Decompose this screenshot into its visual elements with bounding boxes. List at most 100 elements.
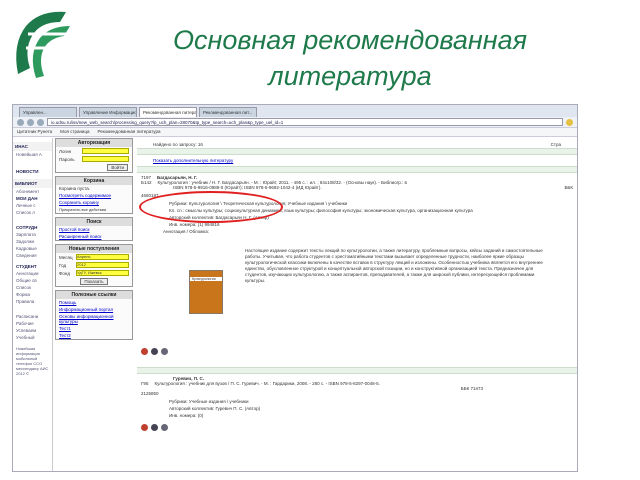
annotation-label: Аннотация / Обложка: <box>163 229 210 234</box>
nav-item[interactable]: Кадровые <box>13 245 52 252</box>
nav-item[interactable]: Новейшая А <box>13 151 52 158</box>
useful-link[interactable]: Тест2 <box>56 332 132 339</box>
nav-item[interactable]: Расписани <box>13 313 52 320</box>
edit-icon[interactable] <box>161 424 168 431</box>
browser-screenshot: Управлен... Управление Информацио... Рек… <box>12 104 578 472</box>
nav-item[interactable]: МОИ ДАН <box>13 195 52 202</box>
show-more-link[interactable]: Показать дополнительную литературу <box>153 158 561 163</box>
browser-tab-bar: Управлен... Управление Информацио... Рек… <box>13 105 577 117</box>
sidebar: Авторизация Логин Пароль Войти Корзина К… <box>55 138 133 471</box>
slide-title-line2: литература <box>268 61 432 91</box>
record-annotation: Настоящее издание содержит тексты лекций… <box>245 248 543 283</box>
month-label: Месяц <box>59 254 73 260</box>
nav-item[interactable]: СТУДЕНТ <box>13 263 52 270</box>
record-id: 2126850 <box>141 391 159 396</box>
password-label: Пароль <box>59 156 75 162</box>
address-bar: io.udsu.ru/iss/new_web_search/processing… <box>13 117 577 128</box>
nav-header: БИБЛИОТ <box>13 179 52 188</box>
results-area: Найдено по запросу: 16 Стра Показать доп… <box>137 138 577 471</box>
divider <box>137 148 577 155</box>
highlight-circle <box>139 191 283 223</box>
useful-link[interactable]: Помощь <box>56 299 132 306</box>
edit-icon[interactable] <box>161 348 168 355</box>
browser-tab-active[interactable]: Рекомендованная литерату... <box>139 107 197 117</box>
bookmark-item[interactable]: Цитатник Рунета <box>17 129 52 135</box>
cart-note[interactable]: Прекратить все действия <box>56 206 132 213</box>
cart-box: Корзина Корзина пуста. Посмотреть содерж… <box>55 176 133 214</box>
nav-item[interactable]: Список <box>13 284 52 291</box>
nav-item[interactable]: Список л <box>13 209 52 216</box>
slide-title-line1: Основная рекомендованная <box>172 25 528 55</box>
bookmarks-bar: Цитатник Рунета Моя страница Рекомендова… <box>13 128 577 137</box>
back-icon[interactable] <box>17 118 24 126</box>
record-code: Б142 <box>141 180 152 185</box>
fund-label: Фонд <box>59 270 71 276</box>
divider <box>137 367 577 374</box>
university-logo-icon <box>16 11 70 78</box>
nav-item[interactable]: Сведения <box>13 252 52 259</box>
web-page: ИНАС Новейшая А НОВОСТИ БИБЛИОТ Абонемен… <box>13 138 577 471</box>
book-cover[interactable]: Культурология <box>189 270 223 314</box>
month-select[interactable]: Апрель <box>76 254 129 260</box>
auth-title: Авторизация <box>56 139 132 147</box>
nav-item[interactable]: Рабочие <box>13 320 52 327</box>
nav-item[interactable]: Успеваем <box>13 327 52 334</box>
year-select[interactable]: 2012 <box>76 262 129 268</box>
browser-tab[interactable]: Управление Информацио... <box>79 107 137 117</box>
nav-footer: Новейшая информация мобильный телефон СС… <box>16 346 49 376</box>
nav-item[interactable]: Личные с <box>13 202 52 209</box>
cart-empty: Корзина пуста. <box>59 186 91 191</box>
nav-item[interactable]: Задолжн <box>13 238 52 245</box>
useful-links-title: Полезные ссылки <box>56 291 132 299</box>
login-button[interactable]: Войти <box>107 164 128 171</box>
browser-tab[interactable]: Рекомендованная лит... <box>199 107 257 117</box>
bookmark-item[interactable]: Моя страница <box>60 129 89 135</box>
nav-item[interactable]: Учебный <box>13 334 52 341</box>
cart-save-link[interactable]: Сохранить корзину <box>56 199 132 206</box>
page-label[interactable]: Стра <box>551 142 561 147</box>
password-input[interactable] <box>82 156 129 162</box>
bookmark-item[interactable]: Рекомендованная литература <box>98 129 161 135</box>
cart-view-link[interactable]: Посмотреть содержимое <box>56 192 132 199</box>
record-isbn: ISBN 978-5-9916-0989-0 (Юрайт); ISBN 978… <box>173 185 322 190</box>
useful-link[interactable]: Основы информационной культуры <box>56 313 132 325</box>
nav-item[interactable]: НОВОСТИ <box>13 168 52 175</box>
cart-add-icon[interactable] <box>141 424 148 431</box>
search-box: Поиск Простой поиск Расширенный поиск <box>55 217 133 241</box>
nav-item[interactable]: Аннотации <box>13 270 52 277</box>
slide-title: Основная рекомендованная литература <box>100 22 600 94</box>
useful-link[interactable]: Тест1 <box>56 325 132 332</box>
reload-icon[interactable] <box>37 118 44 126</box>
nav-item[interactable]: Правила <box>13 298 52 305</box>
login-label: Логин <box>59 148 72 154</box>
useful-link[interactable]: Информационный портал <box>56 306 132 313</box>
info-icon[interactable] <box>151 348 158 355</box>
search-title: Поиск <box>56 218 132 226</box>
browser-tab[interactable]: Управлен... <box>19 107 77 117</box>
info-icon[interactable] <box>151 424 158 431</box>
cart-title: Корзина <box>56 177 132 185</box>
forward-icon[interactable] <box>27 118 34 126</box>
record-actions <box>141 424 573 431</box>
new-arrivals-box: Новые поступления Месяц Апрель Год 2012 Фо… <box>55 244 133 287</box>
star-icon[interactable] <box>566 118 573 126</box>
cart-add-icon[interactable] <box>141 348 148 355</box>
nav-item[interactable]: Абонемент <box>13 188 52 195</box>
simple-search-link[interactable]: Простой поиск <box>56 226 132 233</box>
fund-select[interactable]: УдГУ, Ижевск <box>76 270 129 276</box>
show-button[interactable]: Показать <box>80 278 108 285</box>
nav-item[interactable]: Общие св <box>13 277 52 284</box>
record-inventory: Инв. номера: (0) <box>169 413 204 418</box>
url-field[interactable]: io.udsu.ru/iss/new_web_search/processing… <box>47 118 563 126</box>
record-bbk: ББК 71я73 <box>460 386 483 391</box>
year-label: Год <box>59 262 67 268</box>
nav-item[interactable]: Зарплата <box>13 231 52 238</box>
nav-header: ИНАС <box>13 142 52 151</box>
nav-item[interactable]: Форма <box>13 291 52 298</box>
login-input[interactable] <box>82 148 129 154</box>
record-num: Г95 <box>141 381 149 386</box>
record: Гуревич, П. С. Г95 Культурология : учебни… <box>137 375 577 432</box>
divider <box>137 166 577 173</box>
nav-item[interactable]: СОТРУДН <box>13 224 52 231</box>
advanced-search-link[interactable]: Расширенный поиск <box>56 233 132 240</box>
